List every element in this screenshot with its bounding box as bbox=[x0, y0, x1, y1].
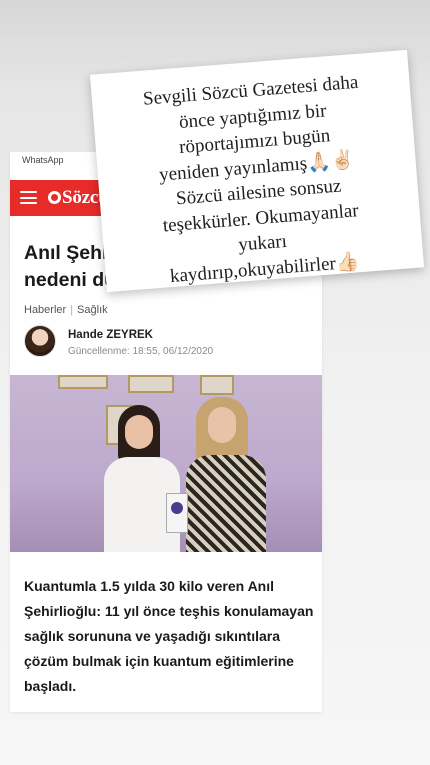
author-name[interactable]: Hande ZEYREK bbox=[68, 329, 153, 341]
breadcrumb-separator: | bbox=[70, 304, 74, 316]
person-right bbox=[182, 397, 268, 552]
wall-certificate bbox=[200, 375, 234, 395]
logo-mark-icon bbox=[48, 191, 61, 204]
author-avatar[interactable] bbox=[24, 325, 56, 357]
wall-certificate bbox=[58, 375, 108, 389]
updated-timestamp: Güncellenme: 18:55, 06/12/2020 bbox=[68, 346, 214, 357]
article-summary: Kuantumla 1.5 yılda 30 kilo veren Anıl Ş… bbox=[24, 578, 314, 694]
wall-certificate bbox=[128, 375, 174, 393]
note-text: Sevgili Sözcü Gazetesi daha önce yaptığı… bbox=[142, 71, 361, 287]
story-text-note: Sevgili Sözcü Gazetesi daha önce yaptığı… bbox=[89, 49, 425, 293]
menu-icon[interactable] bbox=[20, 191, 37, 204]
article-photo bbox=[10, 375, 322, 552]
breadcrumb: Haberler | Sağlık bbox=[24, 304, 108, 316]
breadcrumb-item-saglik[interactable]: Sağlık bbox=[77, 304, 108, 316]
book-in-hand bbox=[166, 493, 188, 533]
breadcrumb-item-haberler[interactable]: Haberler bbox=[24, 304, 66, 316]
